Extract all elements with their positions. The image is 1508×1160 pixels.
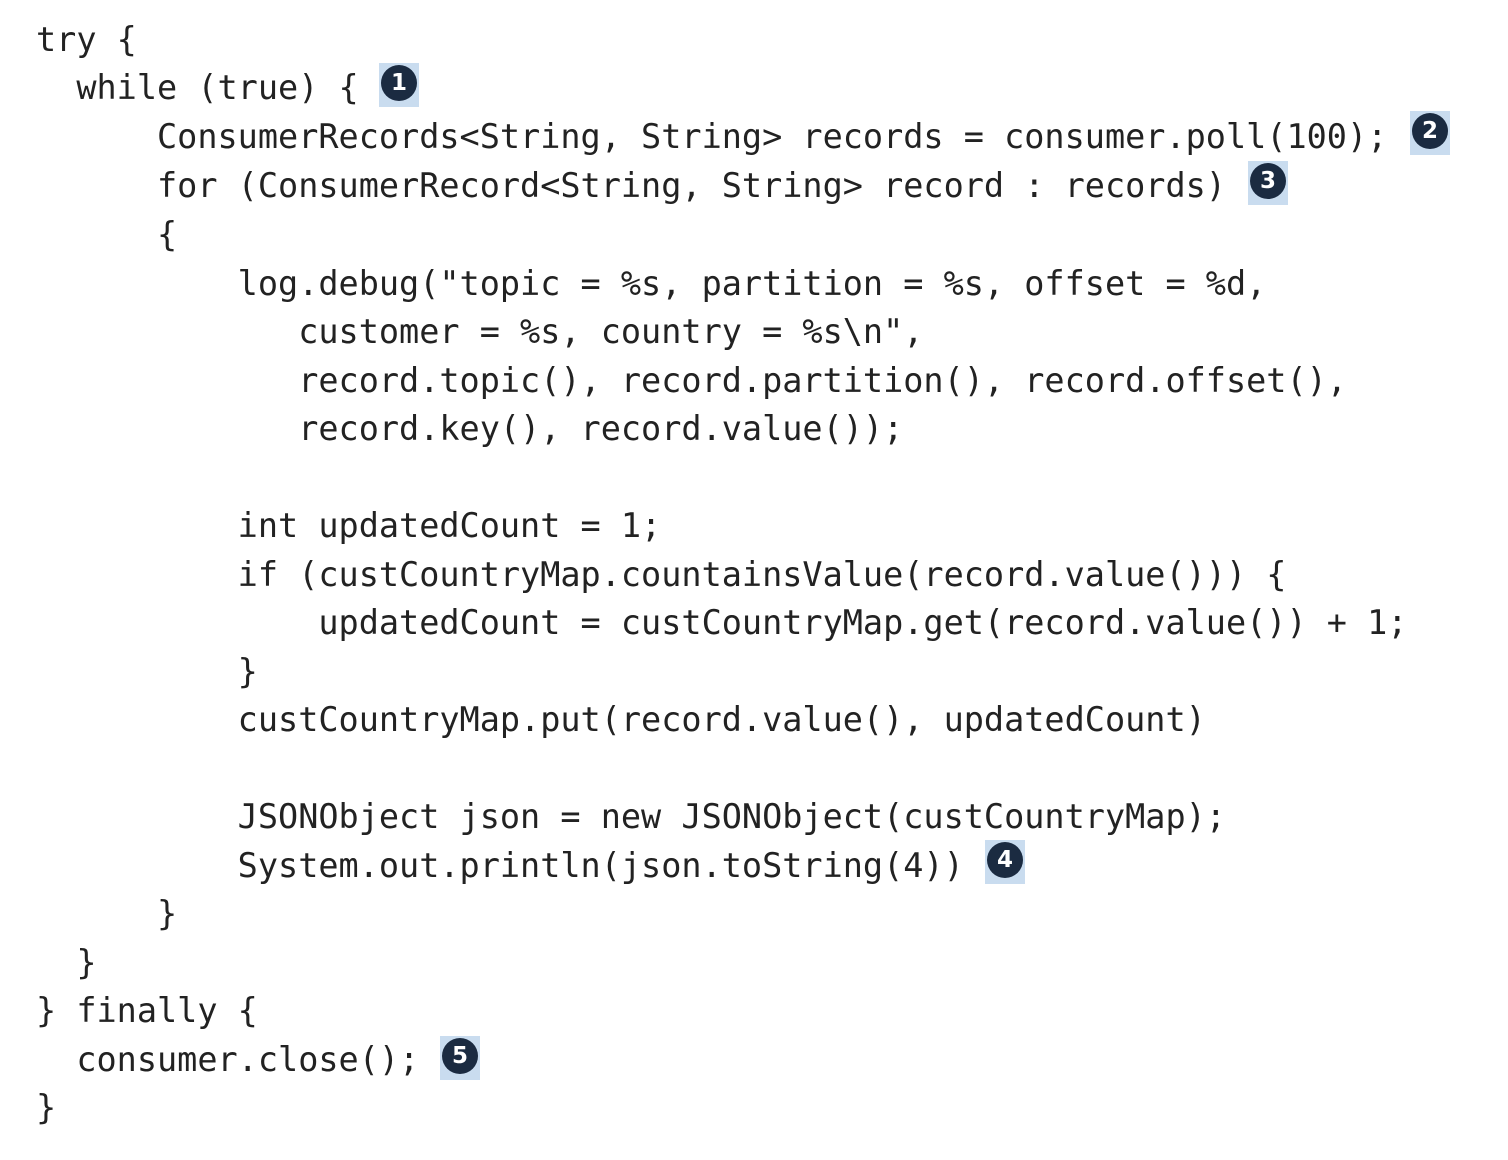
code-line: updatedCount = custCountryMap.get(record… bbox=[36, 603, 1408, 642]
callout-5: 5 bbox=[440, 1036, 480, 1080]
callout-number: 3 bbox=[1250, 163, 1286, 199]
code-line: } finally { bbox=[36, 991, 258, 1030]
code-line: { bbox=[36, 215, 178, 254]
callout-2: 2 bbox=[1410, 111, 1450, 155]
code-line: consumer.close(); bbox=[36, 1040, 420, 1079]
code-line: System.out.println(json.toString(4)) bbox=[36, 846, 964, 885]
callout-4: 4 bbox=[985, 840, 1025, 884]
code-line: JSONObject json = new JSONObject(custCou… bbox=[36, 797, 1226, 836]
callout-number: 1 bbox=[381, 65, 417, 101]
callout-1: 1 bbox=[379, 63, 419, 107]
callout-number: 4 bbox=[987, 842, 1023, 878]
code-line: } bbox=[36, 894, 178, 933]
code-line: } bbox=[36, 1088, 57, 1127]
code-line: for (ConsumerRecord<String, String> reco… bbox=[36, 166, 1226, 205]
code-line: while (true) { bbox=[36, 68, 359, 107]
code-line: record.key(), record.value()); bbox=[36, 409, 904, 448]
code-line: if (custCountryMap.countainsValue(record… bbox=[36, 555, 1287, 594]
code-line: } bbox=[36, 652, 258, 691]
code-line: record.topic(), record.partition(), reco… bbox=[36, 361, 1347, 400]
code-listing: try { while (true) { ConsumerRecords<Str… bbox=[0, 0, 1508, 1160]
code-line: log.debug("topic = %s, partition = %s, o… bbox=[36, 264, 1267, 303]
code-line: custCountryMap.put(record.value(), updat… bbox=[36, 700, 1206, 739]
code-line: ConsumerRecords<String, String> records … bbox=[36, 117, 1388, 156]
callout-3: 3 bbox=[1248, 161, 1288, 205]
code-line: } bbox=[36, 943, 97, 982]
callout-number: 5 bbox=[442, 1038, 478, 1074]
callout-number: 2 bbox=[1412, 113, 1448, 149]
code-line: int updatedCount = 1; bbox=[36, 506, 662, 545]
code-line: try { bbox=[36, 20, 137, 59]
code-line: customer = %s, country = %s\n", bbox=[36, 312, 924, 351]
